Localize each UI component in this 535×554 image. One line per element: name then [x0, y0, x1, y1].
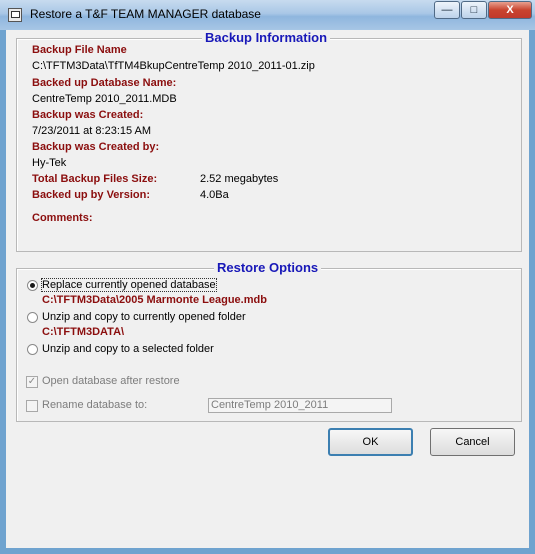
restore-options-group: Restore Options Replace currently opened…	[16, 260, 522, 422]
backup-information-group: Backup Information Backup File Name C:\T…	[16, 30, 522, 252]
window-title: Restore a T&F TEAM MANAGER database	[30, 7, 261, 21]
title-bar[interactable]: Restore a T&F TEAM MANAGER database — □ …	[0, 0, 535, 30]
backup-created-label: Backup was Created:	[32, 109, 144, 121]
copy-to-selected-folder-radio[interactable]	[27, 344, 38, 355]
copy-to-selected-folder-label[interactable]: Unzip and copy to a selected folder	[42, 343, 214, 355]
restore-options-heading: Restore Options	[214, 260, 322, 275]
version-label: Backed up by Version:	[32, 189, 150, 201]
copy-to-current-folder-radio[interactable]	[27, 312, 38, 323]
maximize-button[interactable]: □	[461, 1, 487, 19]
app-icon	[8, 8, 22, 22]
close-button[interactable]: X	[488, 1, 532, 19]
current-folder-path: C:\TFTM3DATA\	[42, 326, 125, 338]
ok-button[interactable]: OK	[328, 428, 413, 456]
replace-database-radio[interactable]	[27, 280, 38, 291]
backup-information-heading: Backup Information	[202, 30, 331, 45]
copy-to-current-folder-label[interactable]: Unzip and copy to currently opened folde…	[42, 311, 246, 323]
database-name-label: Backed up Database Name:	[32, 77, 177, 89]
restore-dialog-window: Restore a T&F TEAM MANAGER database — □ …	[0, 0, 535, 554]
rename-database-input[interactable]: CentreTemp 2010_2011	[208, 398, 392, 413]
open-after-restore-label: Open database after restore	[42, 375, 180, 387]
comments-label: Comments:	[32, 212, 93, 224]
files-size-label: Total Backup Files Size:	[32, 173, 158, 185]
backup-created-value: 7/23/2011 at 8:23:15 AM	[32, 125, 152, 137]
created-by-label: Backup was Created by:	[32, 141, 160, 153]
backup-file-name-label: Backup File Name	[32, 44, 127, 56]
minimize-button[interactable]: —	[434, 1, 460, 19]
version-value: 4.0Ba	[200, 189, 229, 201]
current-database-path: C:\TFTM3Data\2005 Marmonte League.mdb	[42, 294, 267, 306]
open-after-restore-checkbox[interactable]: ✓	[26, 376, 38, 388]
rename-database-label: Rename database to:	[42, 399, 148, 411]
replace-database-option-label[interactable]: Replace currently opened database	[41, 278, 217, 292]
created-by-value: Hy-Tek	[32, 157, 67, 169]
rename-database-checkbox[interactable]	[26, 400, 38, 412]
dialog-body: Backup Information Backup File Name C:\T…	[6, 30, 529, 548]
backup-file-name-value: C:\TFTM3Data\TfTM4BkupCentreTemp 2010_20…	[32, 60, 315, 72]
database-name-value: CentreTemp 2010_2011.MDB	[32, 93, 177, 105]
cancel-button[interactable]: Cancel	[430, 428, 515, 456]
files-size-value: 2.52 megabytes	[200, 173, 279, 185]
